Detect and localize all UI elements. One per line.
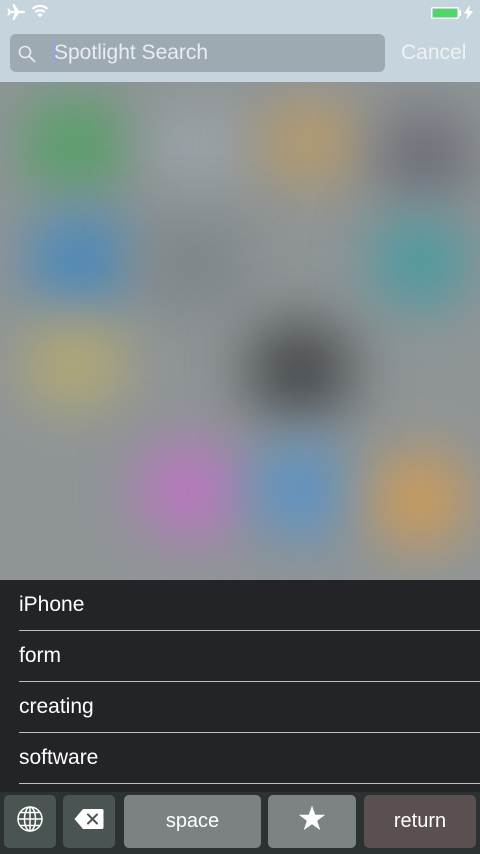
airplane-icon — [6, 3, 26, 26]
blurred-app-icon — [255, 95, 365, 190]
cancel-button[interactable]: Cancel — [401, 41, 466, 65]
suggestion-label: form — [19, 644, 61, 667]
globe-key[interactable] — [4, 795, 56, 848]
blurred-home-screen — [0, 0, 480, 580]
blurred-app-icon — [245, 320, 355, 420]
suggestion-item[interactable]: software — [19, 733, 480, 784]
battery-level — [433, 9, 457, 17]
suggestion-item[interactable]: form — [19, 631, 480, 682]
suggestion-label: iPhone — [19, 593, 85, 616]
blurred-app-icon — [370, 450, 470, 550]
return-key[interactable]: return — [364, 795, 476, 848]
blurred-app-icon — [20, 95, 130, 195]
blurred-app-icon — [375, 110, 475, 200]
blurred-app-icon — [140, 220, 250, 310]
search-placeholder[interactable]: Spotlight Search — [54, 41, 208, 65]
blurred-app-icon — [250, 440, 350, 540]
search-header: Spotlight Search Cancel — [0, 0, 480, 82]
search-icon — [18, 45, 36, 68]
search-field[interactable]: Spotlight Search — [10, 34, 385, 72]
suggestion-item[interactable]: creating — [19, 682, 480, 733]
wifi-icon — [31, 4, 49, 23]
status-bar — [0, 0, 480, 26]
blurred-app-icon — [370, 215, 470, 310]
suggestion-item[interactable]: iPhone — [19, 580, 480, 631]
star-icon — [298, 805, 326, 838]
space-key[interactable]: space — [124, 795, 261, 848]
blurred-app-icon — [135, 440, 245, 540]
suggestion-label: software — [19, 746, 99, 769]
blurred-app-icon — [20, 320, 130, 410]
battery-icon — [431, 7, 459, 19]
delete-icon — [74, 808, 104, 836]
globe-icon — [16, 805, 44, 839]
blurred-app-icon — [25, 210, 135, 310]
charging-bolt-icon — [464, 5, 473, 25]
keyboard-bottom-row: space return — [0, 792, 480, 854]
battery-nub — [459, 10, 461, 16]
blurred-app-icon — [150, 100, 250, 190]
suggestion-label: creating — [19, 695, 94, 718]
suggestion-list: iPhone form creating software — [0, 580, 480, 792]
delete-key[interactable] — [63, 795, 115, 848]
star-key[interactable] — [268, 795, 356, 848]
